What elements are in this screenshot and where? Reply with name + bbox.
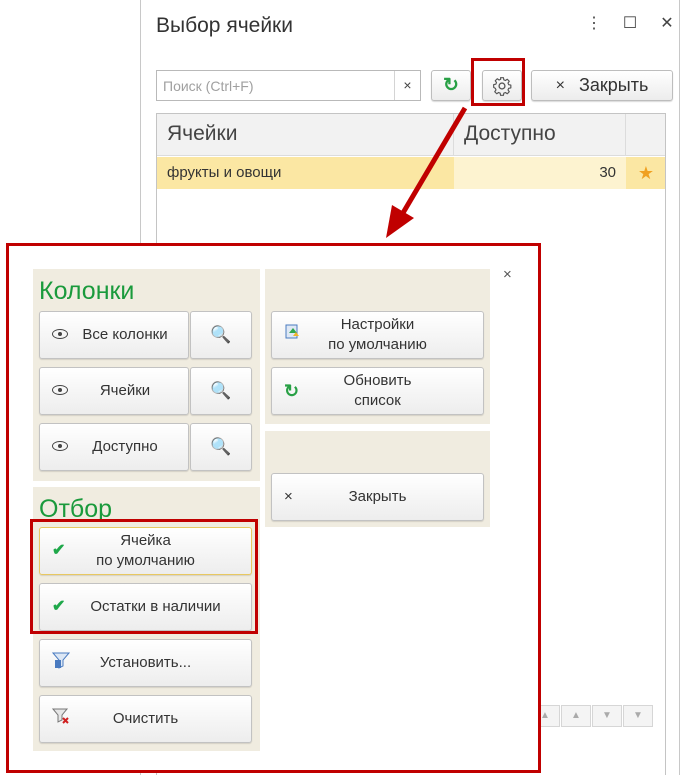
default-settings-line2: по умолчанию	[328, 336, 427, 353]
search-input[interactable]	[157, 71, 387, 100]
refresh-list-button[interactable]: ↻ Обновить список	[271, 367, 484, 415]
popup-close-icon[interactable]: ×	[503, 266, 512, 283]
popup-close-label: Закрыть	[348, 488, 407, 505]
refresh-button[interactable]: ↻	[431, 70, 471, 101]
column-header-star	[626, 114, 666, 156]
cells-column-search-button[interactable]: 🔍	[190, 367, 252, 415]
all-columns-label: Все колонки	[82, 326, 168, 343]
settings-group: Настройки по умолчанию ↻ Обновить список	[265, 269, 490, 424]
clear-filter-button[interactable]: Очистить	[39, 695, 252, 743]
column-header-cells[interactable]: Ячейки	[157, 114, 454, 156]
eye-icon	[52, 325, 68, 345]
set-filter-icon	[51, 651, 71, 675]
gear-highlight-frame	[471, 58, 525, 106]
settings-popup: × Колонки Все колонки 🔍 Ячейки 🔍 Доступн…	[6, 243, 541, 773]
default-settings-button[interactable]: Настройки по умолчанию	[271, 311, 484, 359]
clear-filter-icon	[51, 707, 70, 731]
close-x-icon: ×	[284, 488, 293, 505]
search-icon: 🔍	[210, 437, 232, 456]
table-scroll-controls: ▲ ▲ ▼ ▼	[530, 705, 653, 727]
default-settings-line1: Настройки	[340, 316, 415, 333]
search-icon: 🔍	[210, 325, 232, 344]
available-column-label: Доступно	[92, 438, 158, 455]
eye-icon	[52, 381, 68, 401]
clear-search-icon[interactable]: ×	[394, 71, 420, 100]
refresh-list-line1: Обновить	[343, 372, 412, 389]
columns-title: Колонки	[39, 277, 135, 305]
search-icon: 🔍	[210, 381, 232, 400]
table-row[interactable]: фрукты и овощи 30 ★	[157, 157, 665, 189]
star-icon[interactable]: ★	[626, 157, 666, 189]
more-vert-icon[interactable]: ⋮	[584, 14, 604, 34]
default-settings-icon	[284, 323, 302, 347]
scroll-up-icon[interactable]: ▲	[561, 705, 591, 727]
scroll-down-icon[interactable]: ▼	[592, 705, 622, 727]
window-title: Выбор ячейки	[156, 14, 293, 37]
cell-available: 30	[454, 157, 626, 189]
refresh-icon: ↻	[284, 381, 300, 401]
available-column-search-button[interactable]: 🔍	[190, 423, 252, 471]
available-column-button[interactable]: Доступно	[39, 423, 189, 471]
close-label: Закрыть	[579, 75, 649, 95]
refresh-icon: ↻	[443, 75, 459, 96]
columns-group: Колонки Все колонки 🔍 Ячейки 🔍 Доступно …	[33, 269, 260, 481]
set-filter-button[interactable]: Установить...	[39, 639, 252, 687]
cell-name: фрукты и овощи	[167, 164, 282, 181]
scroll-bottom-icon[interactable]: ▼	[623, 705, 653, 727]
popup-close-button[interactable]: × Закрыть	[271, 473, 484, 521]
all-columns-search-button[interactable]: 🔍	[190, 311, 252, 359]
close-button[interactable]: × Закрыть	[531, 70, 673, 101]
clear-filter-label: Очистить	[112, 710, 179, 727]
close-icon[interactable]: ✕	[657, 14, 677, 34]
close-group: × Закрыть	[265, 431, 490, 527]
maximize-icon[interactable]: ☐	[620, 14, 640, 34]
all-columns-button[interactable]: Все колонки	[39, 311, 189, 359]
table-header: Ячейки Доступно	[157, 114, 665, 156]
search-field: ×	[156, 70, 421, 101]
cells-column-label: Ячейки	[99, 382, 151, 399]
eye-icon	[52, 437, 68, 457]
cells-column-button[interactable]: Ячейки	[39, 367, 189, 415]
filter-highlight-frame	[30, 519, 258, 634]
close-x-icon: ×	[555, 76, 565, 94]
set-filter-label: Установить...	[99, 654, 192, 671]
refresh-list-line2: список	[354, 392, 401, 409]
column-header-available[interactable]: Доступно	[454, 114, 626, 156]
